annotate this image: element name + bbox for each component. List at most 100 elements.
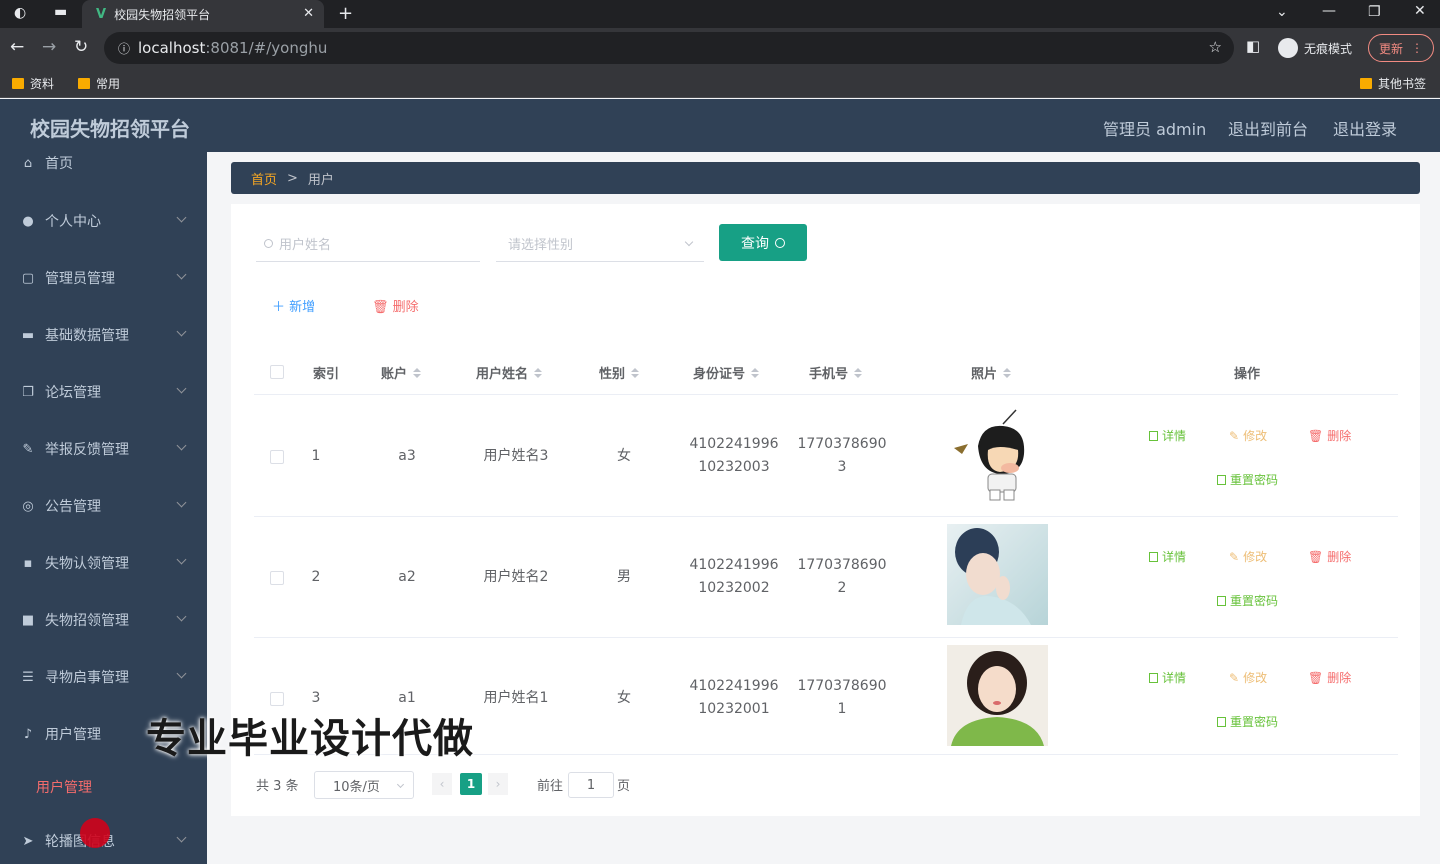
delete-button[interactable]: 🗑 删除 bbox=[1308, 669, 1351, 686]
cell-account: a3 bbox=[398, 448, 416, 464]
sidebar-item-home[interactable]: ⌂ 首页 bbox=[0, 152, 207, 183]
chrome-profile-icon[interactable]: ◐ bbox=[14, 5, 26, 21]
add-button[interactable]: ＋ 新增 bbox=[272, 296, 315, 315]
reset-password-button[interactable]: 重置密码 bbox=[1217, 592, 1278, 609]
browser-tab[interactable]: V 校园失物招领平台 ✕ bbox=[82, 0, 324, 28]
message-icon: ▪ bbox=[23, 555, 33, 571]
detail-label: 详情 bbox=[1162, 550, 1187, 564]
th-name[interactable]: 用户姓名 bbox=[476, 363, 543, 382]
row-checkbox[interactable] bbox=[270, 450, 284, 464]
chevron-down-icon bbox=[176, 212, 187, 223]
edit-icon: ✎ bbox=[1229, 549, 1240, 564]
delete-button[interactable]: 🗑 删除 bbox=[1308, 548, 1351, 565]
minimize-icon[interactable]: — bbox=[1322, 3, 1336, 19]
bookmark-folder-1[interactable]: 常用 bbox=[78, 75, 120, 92]
sidebar-subitem-users[interactable]: 用户管理 bbox=[36, 777, 92, 797]
logout-link[interactable]: 退出登录 bbox=[1333, 116, 1397, 140]
sidebar-item-notices[interactable]: ◎ 公告管理 bbox=[0, 486, 207, 526]
back-icon[interactable]: ← bbox=[10, 37, 24, 57]
reset-password-button[interactable]: 重置密码 bbox=[1217, 471, 1278, 488]
to-front-link[interactable]: 退出到前台 bbox=[1228, 116, 1308, 140]
close-window-icon[interactable]: ✕ bbox=[1414, 3, 1426, 19]
tab-title: 校园失物招领平台 bbox=[114, 7, 211, 22]
th-photo[interactable]: 照片 bbox=[971, 363, 1012, 382]
cell-gender: 男 bbox=[617, 569, 631, 585]
restore-icon[interactable]: ❐ bbox=[1368, 4, 1381, 20]
row-checkbox[interactable] bbox=[270, 571, 284, 585]
phone-line-2: 3 bbox=[837, 459, 847, 475]
id-line-2: 10232002 bbox=[698, 580, 770, 596]
sidebar-item-admins[interactable]: ▢ 管理员管理 bbox=[0, 258, 207, 298]
cell-id-number: 4102241996 10232001 bbox=[684, 675, 784, 721]
other-bookmarks[interactable]: 其他书签 bbox=[1360, 75, 1426, 92]
th-gender[interactable]: 性别 bbox=[599, 363, 640, 382]
cell-name: 用户姓名1 bbox=[483, 690, 549, 706]
table-divider bbox=[254, 394, 1398, 395]
add-button-label: 新增 bbox=[289, 300, 316, 315]
incognito-indicator[interactable]: 无痕模式 bbox=[1278, 38, 1352, 58]
th-id-number[interactable]: 身份证号 bbox=[693, 363, 760, 382]
phone-line-1: 1770378690 bbox=[797, 678, 887, 694]
edit-button[interactable]: ✎ 修改 bbox=[1229, 669, 1267, 686]
gender-select[interactable]: 请选择性别 bbox=[496, 226, 704, 262]
sidebar-item-forum[interactable]: ❐ 论坛管理 bbox=[0, 372, 207, 412]
goto-page-input[interactable]: 1 bbox=[568, 772, 614, 798]
edit-button[interactable]: ✎ 修改 bbox=[1229, 427, 1267, 444]
tab-search-icon[interactable]: ⌄ bbox=[1276, 4, 1288, 20]
bookmark-star-icon[interactable]: ☆ bbox=[1209, 38, 1222, 56]
select-all-checkbox[interactable] bbox=[270, 365, 284, 379]
cell-gender: 女 bbox=[617, 448, 631, 464]
sidebar-item-reports[interactable]: ✎ 举报反馈管理 bbox=[0, 429, 207, 469]
edit-button[interactable]: ✎ 修改 bbox=[1229, 548, 1267, 565]
briefcase-icon: ▬ bbox=[21, 327, 35, 343]
address-bar[interactable]: ⓘ localhost:8081/#/yonghu ☆ bbox=[104, 32, 1234, 64]
breadcrumb-home[interactable]: 首页 bbox=[251, 169, 277, 188]
detail-button[interactable]: 详情 bbox=[1149, 427, 1186, 444]
sidebar-item-basic-data[interactable]: ▬ 基础数据管理 bbox=[0, 315, 207, 355]
prev-page-button[interactable]: ‹ bbox=[432, 773, 452, 795]
close-tab-icon[interactable]: ✕ bbox=[303, 6, 314, 21]
sidebar-item-label: 寻物启事管理 bbox=[45, 670, 129, 686]
page-size-select[interactable]: 10条/页 bbox=[314, 771, 414, 799]
side-panel-icon[interactable]: ◧ bbox=[1246, 37, 1260, 55]
sidebar-item-found[interactable]: ■ 失物招领管理 bbox=[0, 600, 207, 640]
reload-icon[interactable]: ↻ bbox=[74, 37, 88, 57]
phone-line-1: 1770378690 bbox=[797, 557, 887, 573]
batch-delete-button[interactable]: 🗑 删除 bbox=[372, 296, 419, 315]
detail-button[interactable]: 详情 bbox=[1149, 548, 1186, 565]
document-icon bbox=[1217, 595, 1226, 606]
user-photo-woman-blue[interactable] bbox=[947, 524, 1048, 625]
sidebar-item-lost[interactable]: ☰ 寻物启事管理 bbox=[0, 657, 207, 697]
bookmark-label: 常用 bbox=[96, 77, 121, 91]
th-phone[interactable]: 手机号 bbox=[809, 363, 863, 382]
incognito-icon bbox=[1278, 38, 1298, 58]
page-number-current[interactable]: 1 bbox=[460, 773, 482, 795]
tab-overview-icon[interactable]: ▬ bbox=[54, 4, 67, 20]
sidebar-item-claims[interactable]: ▪ 失物认领管理 bbox=[0, 543, 207, 583]
sidebar-item-profile[interactable]: ● 个人中心 bbox=[0, 201, 207, 241]
row-checkbox[interactable] bbox=[270, 692, 284, 706]
delete-button[interactable]: 🗑 删除 bbox=[1308, 427, 1351, 444]
bookmark-folder-0[interactable]: 资料 bbox=[12, 75, 54, 92]
reset-password-button[interactable]: 重置密码 bbox=[1217, 713, 1278, 730]
sidebar-item-label: 公告管理 bbox=[45, 499, 101, 515]
query-button-label: 查询 bbox=[741, 235, 769, 252]
forward-icon[interactable]: → bbox=[42, 37, 56, 57]
next-page-button[interactable]: › bbox=[488, 773, 508, 795]
edit-icon: ✎ bbox=[1229, 428, 1240, 443]
new-tab-icon[interactable]: + bbox=[338, 3, 353, 24]
user-photo-cartoon[interactable] bbox=[948, 406, 1049, 507]
phone-line-1: 1770378690 bbox=[797, 436, 887, 452]
trash-icon: 🗑 bbox=[1308, 549, 1324, 564]
user-photo-woman-green[interactable] bbox=[947, 645, 1048, 746]
detail-button[interactable]: 详情 bbox=[1149, 669, 1186, 686]
th-account[interactable]: 账户 bbox=[381, 363, 422, 382]
chevron-down-icon bbox=[176, 269, 187, 280]
update-button[interactable]: 更新 ⋮ bbox=[1368, 34, 1434, 62]
cell-gender: 女 bbox=[617, 690, 631, 706]
site-info-icon[interactable]: ⓘ bbox=[118, 40, 130, 57]
name-search-input[interactable]: 用户姓名 bbox=[256, 226, 480, 262]
query-button[interactable]: 查询 bbox=[719, 224, 807, 261]
table-divider bbox=[254, 516, 1398, 517]
phone-line-2: 1 bbox=[837, 701, 847, 717]
